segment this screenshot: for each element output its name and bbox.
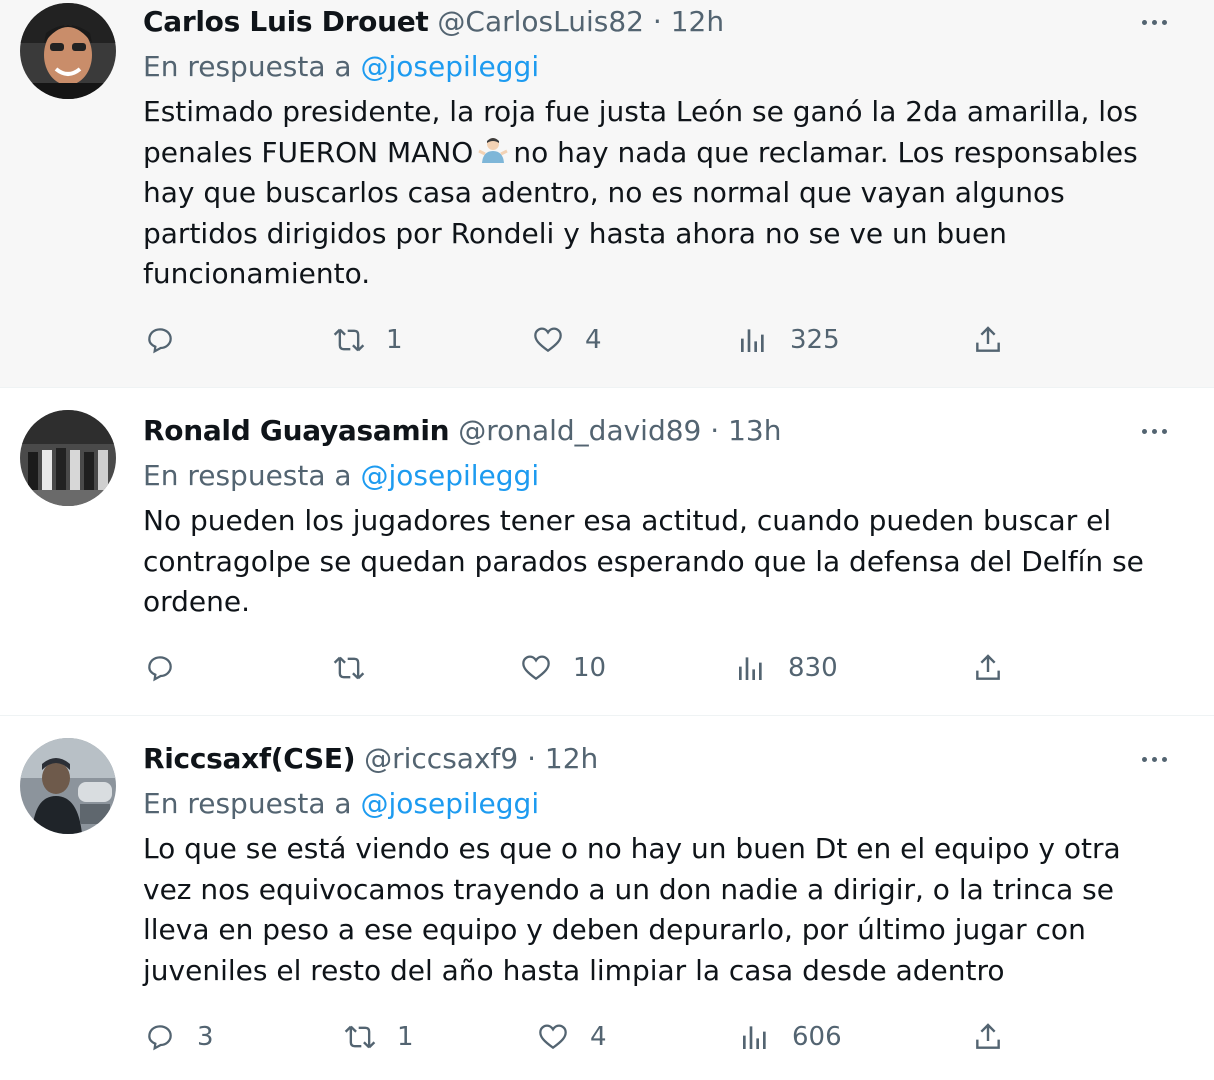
separator: · <box>527 742 537 775</box>
action-bar: 3 1 4 606 <box>0 1017 1214 1057</box>
tweet-text: Lo que se está viendo es que o no hay un… <box>143 832 1121 987</box>
action-bar: 1 4 325 <box>0 320 1214 360</box>
reply-icon <box>143 323 177 357</box>
share-button[interactable] <box>971 1017 1005 1057</box>
like-count: 4 <box>590 1022 607 1052</box>
reply-button[interactable] <box>143 648 197 688</box>
retweet-button[interactable]: 1 <box>332 320 403 360</box>
reply-context: En respuesta a @josepileggi <box>143 49 539 85</box>
tweet[interactable]: Ronald Guayasamin @ronald_david89 · 13h … <box>0 388 1214 716</box>
tweet-text: Estimado presidente, la roja fue justa L… <box>143 92 1173 295</box>
like-count: 4 <box>585 325 602 355</box>
share-icon <box>971 323 1005 357</box>
retweet-icon <box>332 323 366 357</box>
more-icon <box>1141 19 1147 25</box>
heart-icon <box>519 651 553 685</box>
views-button[interactable]: 325 <box>736 320 840 360</box>
reply-prefix: En respuesta a <box>143 787 352 820</box>
share-icon <box>971 651 1005 685</box>
reply-to-link[interactable]: @josepileggi <box>360 50 539 83</box>
view-count: 606 <box>792 1022 842 1052</box>
heart-icon <box>531 323 565 357</box>
retweet-icon <box>343 1020 377 1054</box>
author-name[interactable]: Ronald Guayasamin <box>143 414 450 447</box>
like-count: 10 <box>573 653 607 683</box>
view-count: 830 <box>788 653 838 683</box>
retweet-count: 1 <box>397 1022 414 1052</box>
share-icon <box>971 1020 1005 1054</box>
more-icon <box>1141 756 1147 762</box>
like-button[interactable]: 4 <box>531 320 602 360</box>
tweet-header: Ronald Guayasamin @ronald_david89 · 13h <box>143 413 1144 449</box>
more-icon <box>1141 428 1147 434</box>
like-button[interactable]: 10 <box>519 648 606 688</box>
avatar[interactable] <box>20 738 116 834</box>
reply-to-link[interactable]: @josepileggi <box>360 459 539 492</box>
avatar[interactable] <box>20 3 116 99</box>
more-button[interactable] <box>1132 4 1176 40</box>
reply-button[interactable] <box>143 320 197 360</box>
views-button[interactable]: 830 <box>734 648 838 688</box>
author-handle[interactable]: @CarlosLuis82 <box>437 5 644 38</box>
more-button[interactable] <box>1132 413 1176 449</box>
like-button[interactable]: 4 <box>536 1017 607 1057</box>
view-count: 325 <box>790 325 840 355</box>
retweet-button[interactable] <box>332 648 386 688</box>
views-icon <box>734 651 768 685</box>
share-button[interactable] <box>971 648 1005 688</box>
heart-icon <box>536 1020 570 1054</box>
man-shrugging-emoji <box>478 137 508 163</box>
timestamp[interactable]: 12h <box>545 742 598 775</box>
author-name[interactable]: Riccsaxf(CSE) <box>143 742 356 775</box>
reply-prefix: En respuesta a <box>143 50 352 83</box>
tweet[interactable]: Riccsaxf(CSE) @riccsaxf9 · 12h En respue… <box>0 716 1214 1080</box>
retweet-button[interactable]: 1 <box>343 1017 414 1057</box>
author-handle[interactable]: @riccsaxf9 <box>364 742 518 775</box>
share-button[interactable] <box>971 320 1005 360</box>
tweet[interactable]: Carlos Luis Drouet @CarlosLuis82 · 12h E… <box>0 0 1214 388</box>
reply-count: 3 <box>197 1022 214 1052</box>
tweet-text: No pueden los jugadores tener esa actitu… <box>143 504 1144 618</box>
avatar[interactable] <box>20 410 116 506</box>
reply-prefix: En respuesta a <box>143 459 352 492</box>
more-button[interactable] <box>1132 741 1176 777</box>
timestamp[interactable]: 13h <box>728 414 781 447</box>
reply-context: En respuesta a @josepileggi <box>143 458 539 494</box>
timestamp[interactable]: 12h <box>671 5 724 38</box>
tweet-header: Riccsaxf(CSE) @riccsaxf9 · 12h <box>143 741 1144 777</box>
tweet-header: Carlos Luis Drouet @CarlosLuis82 · 12h <box>143 4 1144 40</box>
author-name[interactable]: Carlos Luis Drouet <box>143 5 429 38</box>
reply-button[interactable]: 3 <box>143 1017 214 1057</box>
separator: · <box>652 5 662 38</box>
author-handle[interactable]: @ronald_david89 <box>458 414 701 447</box>
views-button[interactable]: 606 <box>738 1017 842 1057</box>
action-bar: 10 830 <box>0 648 1214 688</box>
reply-icon <box>143 1020 177 1054</box>
reply-icon <box>143 651 177 685</box>
retweet-icon <box>332 651 366 685</box>
reply-context: En respuesta a @josepileggi <box>143 786 539 822</box>
separator: · <box>710 414 720 447</box>
reply-to-link[interactable]: @josepileggi <box>360 787 539 820</box>
retweet-count: 1 <box>386 325 403 355</box>
views-icon <box>738 1020 772 1054</box>
views-icon <box>736 323 770 357</box>
